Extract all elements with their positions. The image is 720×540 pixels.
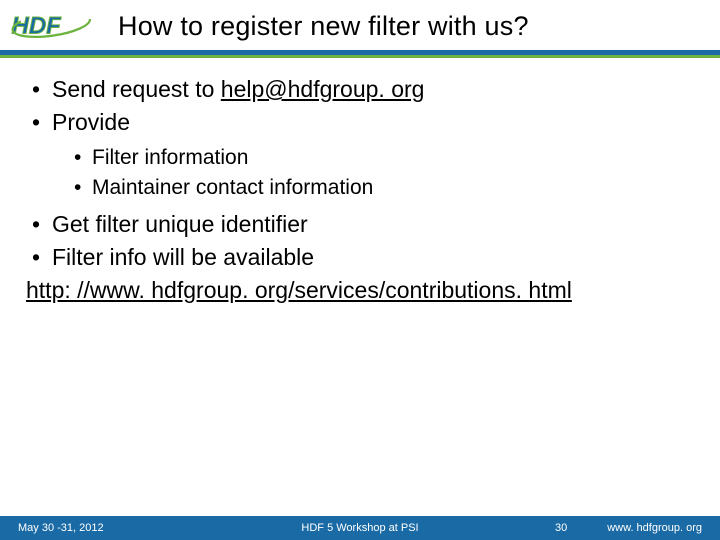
- list-item: Send request to help@hdfgroup. org: [26, 74, 694, 105]
- list-item: Get filter unique identifier: [26, 209, 694, 240]
- header-rule: [0, 50, 720, 58]
- sub-bullet-list: Filter information Maintainer contact in…: [70, 144, 694, 203]
- slide-footer: May 30 -31, 2012 HDF 5 Workshop at PSI 3…: [0, 516, 720, 540]
- url-link[interactable]: http: //www. hdfgroup. org/services/cont…: [26, 275, 694, 306]
- bullet-text: Send request to: [52, 76, 221, 102]
- footer-date: May 30 -31, 2012: [18, 522, 104, 534]
- email-link[interactable]: help@hdfgroup. org: [221, 76, 425, 102]
- bullet-text: Maintainer contact information: [92, 176, 373, 199]
- bullet-text: Provide: [52, 109, 130, 135]
- slide-title: How to register new filter with us?: [118, 11, 529, 42]
- list-item: Maintainer contact information: [70, 174, 694, 202]
- list-item: Filter information: [70, 144, 694, 172]
- list-item: Filter info will be available: [26, 242, 694, 273]
- list-item: Provide Filter information Maintainer co…: [26, 107, 694, 203]
- slide-header: HDF How to register new filter with us?: [0, 0, 720, 50]
- footer-event: HDF 5 Workshop at PSI: [301, 522, 418, 534]
- bullet-text: Filter information: [92, 146, 248, 169]
- footer-page-number: 30: [555, 522, 567, 534]
- hdf-logo-icon: HDF: [10, 8, 100, 44]
- bullet-text: Get filter unique identifier: [52, 211, 308, 237]
- bullet-text: Filter info will be available: [52, 244, 314, 270]
- bullet-list: Send request to help@hdfgroup. org Provi…: [26, 74, 694, 273]
- slide-body: Send request to help@hdfgroup. org Provi…: [0, 58, 720, 306]
- footer-site: www. hdfgroup. org: [607, 522, 702, 534]
